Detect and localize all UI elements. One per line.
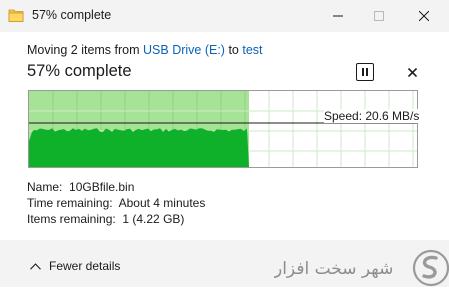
progress-title: 57% complete <box>27 62 132 80</box>
items-value: 1 (4.22 GB) <box>122 211 185 226</box>
maximize-icon <box>374 11 384 21</box>
transfer-details: Name: 10GBfile.bin Time remaining: About… <box>27 180 205 227</box>
destination-link[interactable]: test <box>242 43 262 57</box>
fewer-details-button[interactable]: Fewer details <box>30 259 120 273</box>
close-icon <box>419 11 429 21</box>
watermark-graphic: شهر سخت افزار <box>273 249 449 287</box>
close-button[interactable] <box>401 0 447 32</box>
watermark-text: شهر سخت افزار <box>274 259 393 279</box>
window-title: 57% complete <box>32 8 112 22</box>
source-link[interactable]: USB Drive (E:) <box>143 43 225 57</box>
minimize-button[interactable] <box>315 0 361 32</box>
minimize-icon <box>333 15 343 17</box>
stop-icon <box>407 67 417 77</box>
pause-button[interactable] <box>356 63 374 81</box>
title-bar: 57% complete <box>0 0 449 32</box>
operation-description: Moving 2 items from USB Drive (E:) to te… <box>27 43 263 57</box>
detail-time: Time remaining: About 4 minutes <box>27 196 205 212</box>
detail-items: Items remaining: 1 (4.22 GB) <box>27 212 205 228</box>
pause-icon-bar <box>366 68 368 76</box>
time-value: About 4 minutes <box>118 195 206 210</box>
chevron-up-icon <box>30 262 41 270</box>
speed-label: Speed: 20.6 MB/s <box>324 109 420 123</box>
speed-graph <box>28 90 418 168</box>
file-copy-icon <box>8 9 24 22</box>
name-value: 10GBfile.bin <box>69 180 135 194</box>
maximize-button[interactable] <box>356 0 402 32</box>
operation-middle: to <box>224 43 243 57</box>
name-label: Name: <box>27 180 63 194</box>
speed-history-area <box>29 128 249 167</box>
stop-button[interactable] <box>404 64 420 80</box>
items-label: Items remaining: <box>27 211 116 226</box>
operation-prefix: Moving 2 items from <box>27 43 144 57</box>
logo-icon <box>412 249 449 287</box>
watermark: شهر سخت افزار <box>273 246 449 287</box>
fewer-details-label: Fewer details <box>49 259 121 273</box>
pause-icon <box>362 68 364 76</box>
detail-name: Name: 10GBfile.bin <box>27 180 205 196</box>
time-label: Time remaining: <box>27 195 113 210</box>
speed-graph-canvas <box>29 91 417 167</box>
